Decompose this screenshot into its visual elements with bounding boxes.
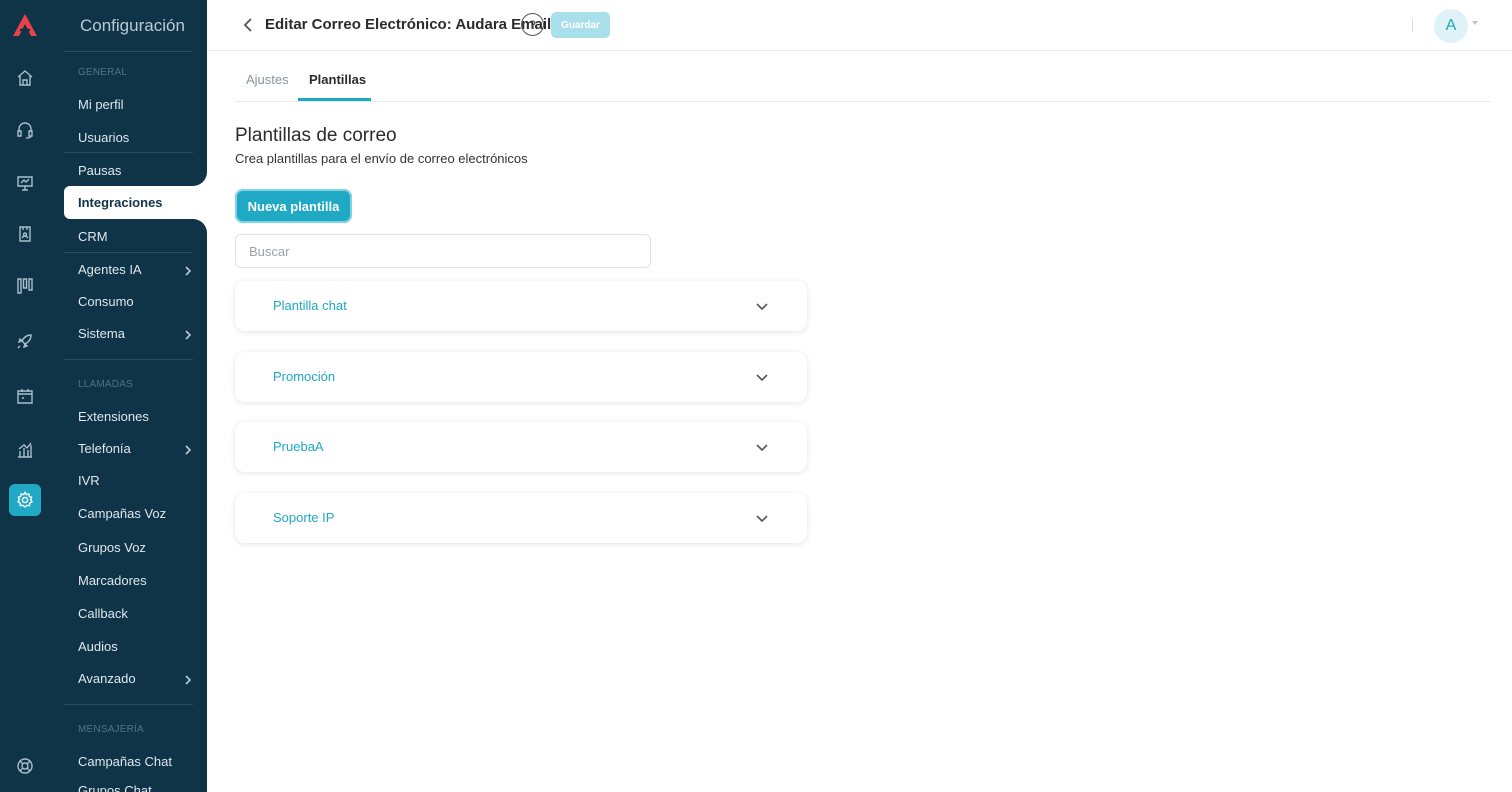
sidebar-item-campanas-voz[interactable]: Campañas Voz	[78, 503, 193, 523]
sidebar-item-extensiones[interactable]: Extensiones	[78, 406, 193, 426]
active-notch-bottom	[193, 219, 207, 235]
section-general: GENERAL	[78, 67, 128, 78]
template-card[interactable]: Plantilla chat	[235, 281, 807, 331]
chevron-right-icon	[183, 264, 193, 276]
help-icon[interactable]: ?	[521, 13, 544, 36]
search-input[interactable]	[235, 234, 651, 268]
sidebar-item-agentes-ia[interactable]: Agentes IA	[78, 259, 193, 279]
chevron-down-icon[interactable]	[755, 440, 769, 454]
new-template-button[interactable]: Nueva plantilla	[235, 189, 352, 223]
sidebar-item-label: CRM	[78, 228, 108, 244]
sidebar-item-grupos-voz[interactable]: Grupos Voz	[78, 537, 193, 557]
back-arrow-icon[interactable]	[241, 17, 255, 33]
home-icon[interactable]	[9, 62, 41, 94]
active-notch-top	[193, 170, 207, 186]
template-card[interactable]: Promoción	[235, 352, 807, 402]
page-title: Editar Correo Electrónico: Audara Email	[265, 16, 552, 33]
sidebar-item-avanzado[interactable]: Avanzado	[78, 668, 193, 688]
section-heading: Plantillas de correo	[235, 125, 397, 146]
audara-logo-icon[interactable]	[11, 12, 39, 38]
icon-rail	[0, 0, 50, 792]
sidebar-item-ivr[interactable]: IVR	[78, 470, 193, 490]
config-sidebar: Configuración GENERAL Mi perfil Usuarios…	[50, 0, 207, 792]
sidebar-item-label: Pausas	[78, 162, 122, 178]
sidebar-item-label: Agentes IA	[78, 261, 142, 277]
divider	[1412, 19, 1413, 32]
sidebar-item-callback[interactable]: Callback	[78, 603, 193, 623]
sidebar-item-grupos-chat[interactable]: Grupos Chat	[78, 780, 193, 792]
sidebar-item-audios[interactable]: Audios	[78, 636, 193, 656]
chevron-down-icon[interactable]	[755, 511, 769, 525]
sidebar-item-label: Usuarios	[78, 129, 130, 145]
chevron-right-icon	[183, 443, 193, 455]
template-name: Promoción	[273, 369, 336, 384]
sidebar-item-crm[interactable]: CRM	[78, 226, 193, 246]
sidebar-item-pausas[interactable]: Pausas	[78, 160, 193, 180]
tab-ajustes[interactable]: Ajustes	[246, 72, 289, 87]
sidebar-item-label: Campañas Voz	[78, 505, 167, 521]
section-llamadas: LLAMADAS	[78, 379, 133, 390]
rocket-icon[interactable]	[9, 325, 41, 357]
chevron-down-icon[interactable]	[755, 370, 769, 384]
sidebar-item-label: Telefonía	[78, 440, 131, 456]
divider	[64, 252, 193, 253]
sidebar-item-label: Grupos Chat	[78, 782, 152, 792]
sidebar-item-label: Campañas Chat	[78, 753, 172, 769]
section-mensajeria: MENSAJERÍA	[78, 724, 144, 735]
divider	[64, 152, 193, 153]
tab-bar: Ajustes Plantillas	[235, 62, 1491, 102]
sidebar-item-label: Integraciones	[78, 195, 163, 210]
caret-down-icon[interactable]	[1472, 21, 1478, 25]
sidebar-title: Configuración	[80, 16, 185, 35]
sidebar-item-label: Callback	[78, 605, 128, 621]
tab-plantillas[interactable]: Plantillas	[309, 72, 366, 87]
sidebar-item-campanas-chat[interactable]: Campañas Chat	[78, 751, 193, 771]
sidebar-item-usuarios[interactable]: Usuarios	[78, 127, 193, 147]
contacts-book-icon[interactable]	[9, 218, 41, 250]
template-name: Soporte IP	[273, 510, 335, 525]
top-header: Editar Correo Electrónico: Audara Email …	[207, 0, 1512, 51]
sidebar-item-telefonia[interactable]: Telefonía	[78, 438, 193, 458]
calendar-icon[interactable]	[9, 380, 41, 412]
sidebar-item-marcadores[interactable]: Marcadores	[78, 570, 193, 590]
sidebar-item-label: Grupos Voz	[78, 539, 146, 555]
sidebar-item-consumo[interactable]: Consumo	[78, 291, 193, 311]
sidebar-item-label: Mi perfil	[78, 96, 124, 112]
save-button[interactable]: Guardar	[551, 12, 610, 38]
sidebar-item-integraciones[interactable]: Integraciones	[64, 186, 207, 219]
sidebar-item-mi-perfil[interactable]: Mi perfil	[78, 94, 193, 114]
section-subtitle: Crea plantillas para el envío de correo …	[235, 151, 528, 166]
template-name: PruebaA	[273, 439, 324, 454]
sidebar-item-label: Marcadores	[78, 572, 147, 588]
template-card[interactable]: PruebaA	[235, 422, 807, 472]
chevron-right-icon	[183, 673, 193, 685]
support-icon[interactable]	[9, 750, 41, 782]
divider	[64, 51, 193, 52]
monitor-icon[interactable]	[9, 167, 41, 199]
chevron-right-icon	[183, 328, 193, 340]
sidebar-item-label: Avanzado	[78, 670, 136, 686]
avatar[interactable]: A	[1434, 9, 1468, 43]
sidebar-item-sistema[interactable]: Sistema	[78, 323, 193, 343]
sidebar-item-label: IVR	[78, 472, 100, 488]
template-name: Plantilla chat	[273, 298, 347, 313]
active-tab-indicator	[298, 98, 371, 101]
gear-icon[interactable]	[9, 484, 41, 516]
sidebar-item-label: Consumo	[78, 293, 134, 309]
chart-icon[interactable]	[9, 434, 41, 466]
headset-icon[interactable]	[9, 114, 41, 146]
divider	[64, 704, 193, 705]
chevron-down-icon[interactable]	[755, 299, 769, 313]
sidebar-item-label: Sistema	[78, 325, 125, 341]
sidebar-item-label: Audios	[78, 638, 118, 654]
template-card[interactable]: Soporte IP	[235, 493, 807, 543]
divider	[64, 359, 193, 360]
kanban-icon[interactable]	[9, 270, 41, 302]
sidebar-item-label: Extensiones	[78, 408, 149, 424]
